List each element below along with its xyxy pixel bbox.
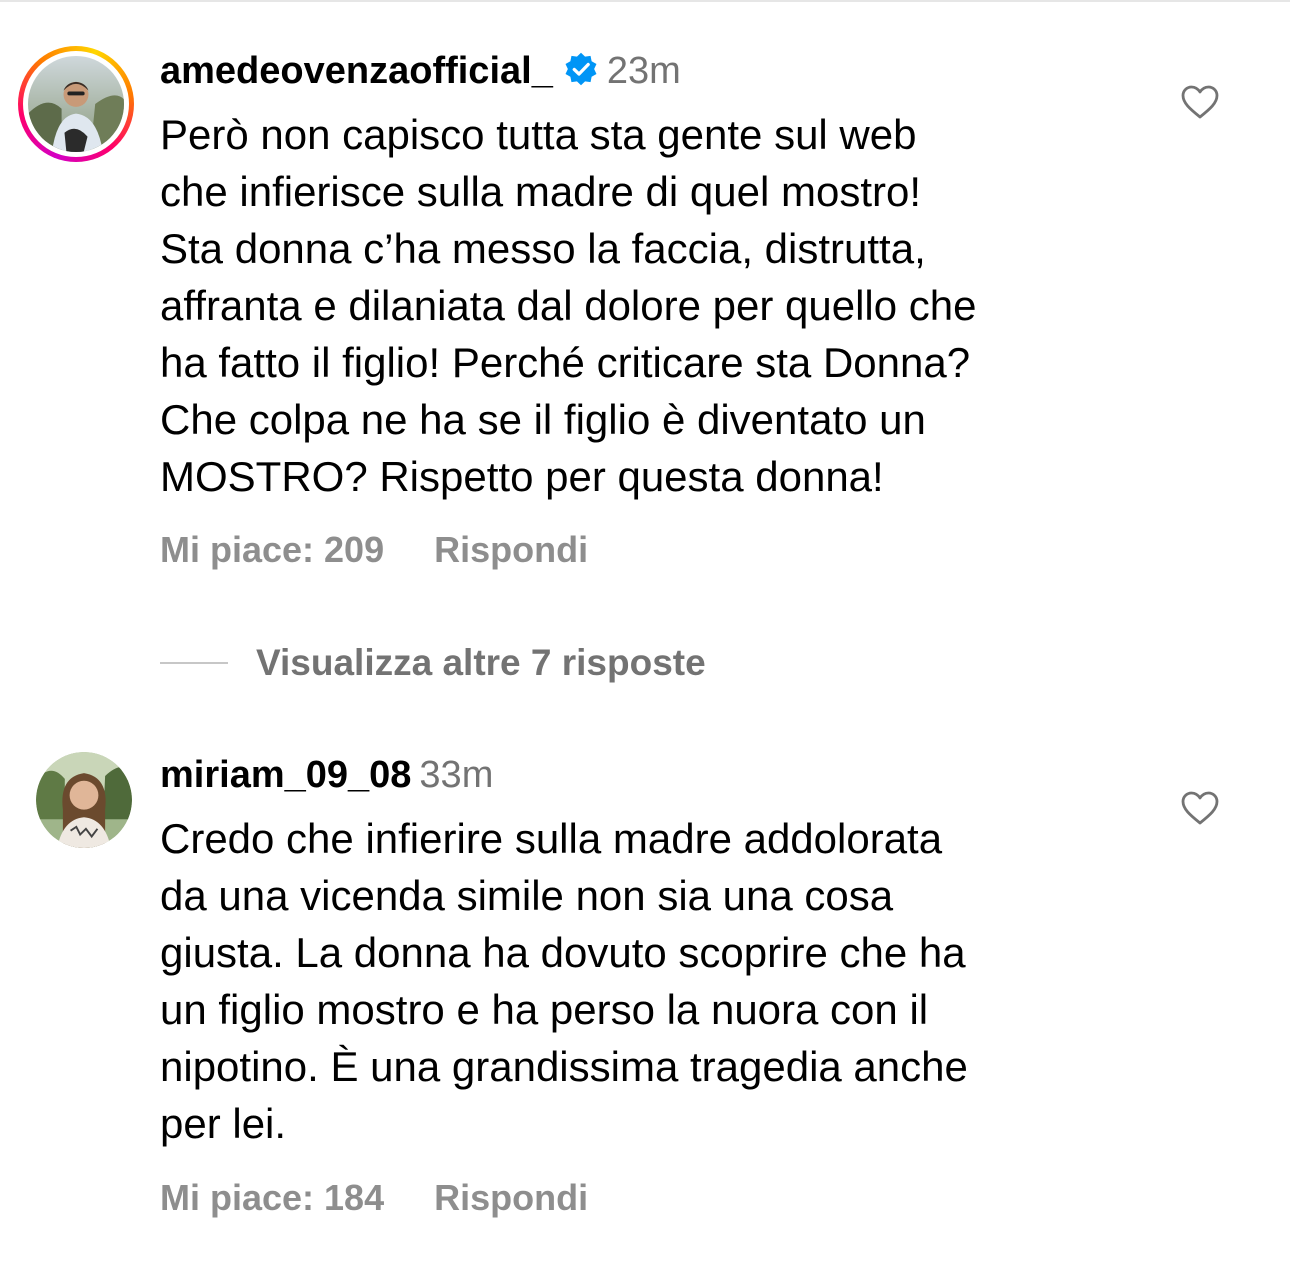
- heart-outline-icon[interactable]: [1180, 790, 1220, 826]
- comment-2: miriam_09_08 33m Credo che infierire sull…: [0, 0, 1290, 1270]
- avatar[interactable]: [36, 752, 132, 848]
- likes-count[interactable]: Mi piace: 184: [160, 1176, 384, 1220]
- comment-header: miriam_09_08 33m: [160, 752, 493, 798]
- comment-text: Credo che infierire sulla madre addolora…: [160, 815, 968, 1147]
- comment-actions: Mi piace: 184 Rispondi: [160, 1176, 588, 1220]
- reply-button[interactable]: Rispondi: [434, 1176, 588, 1220]
- username[interactable]: miriam_09_08: [160, 754, 411, 796]
- comment-time: 33m: [419, 754, 494, 796]
